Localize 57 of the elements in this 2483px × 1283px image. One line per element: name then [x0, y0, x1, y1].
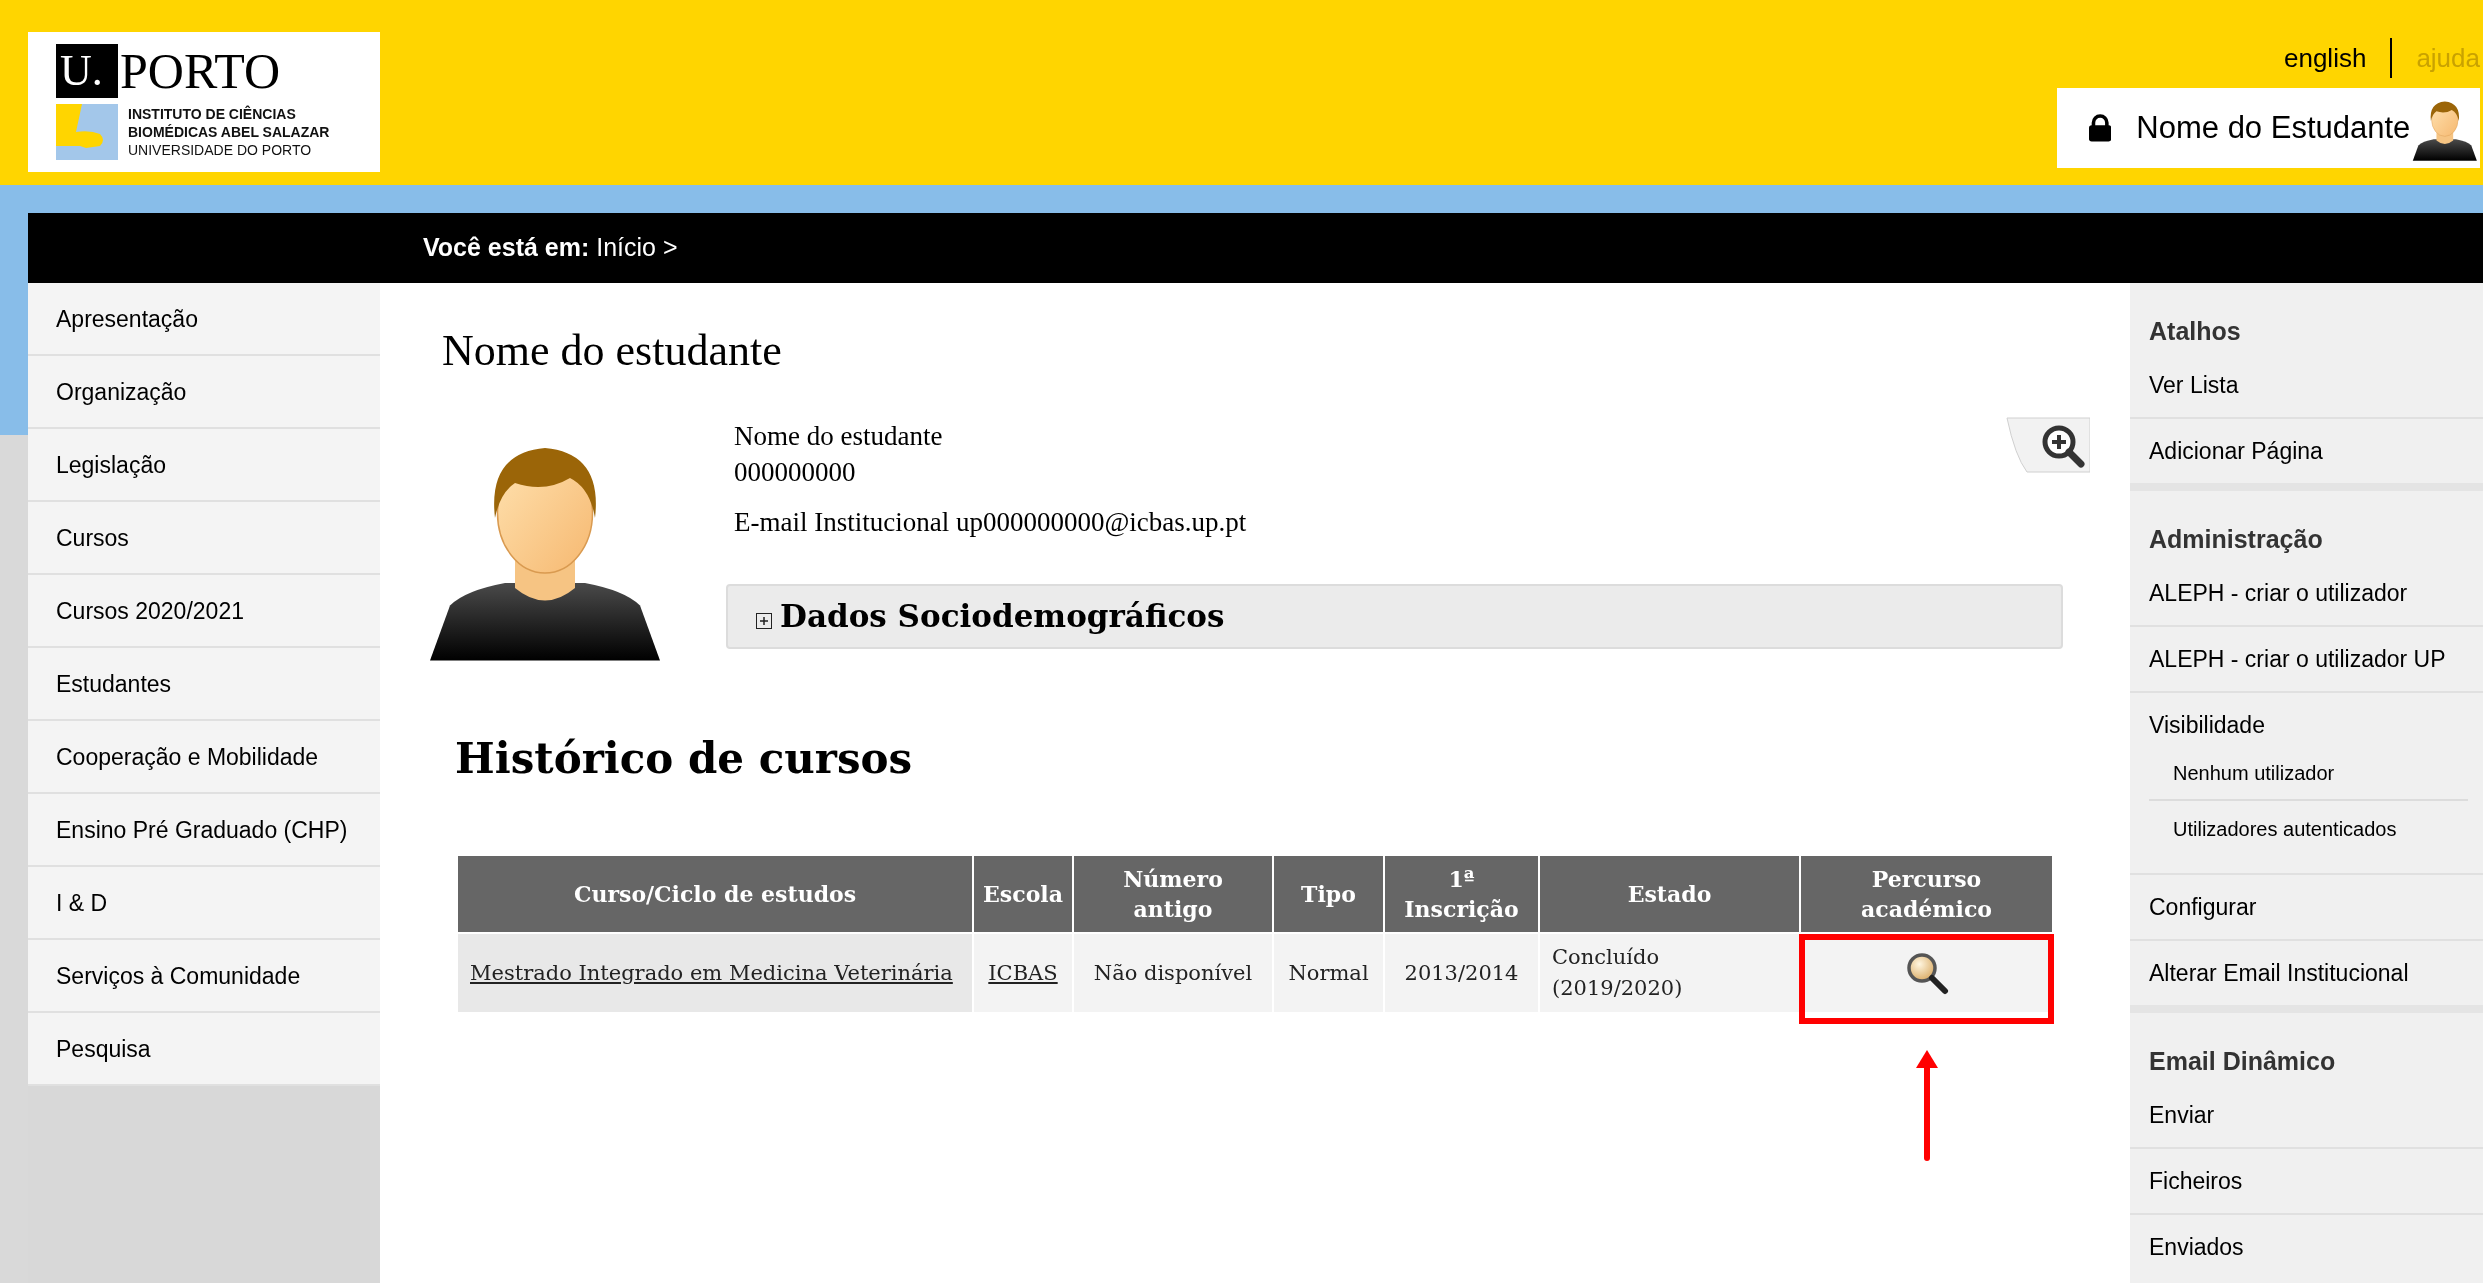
sidebar-link[interactable]: Alterar Email Institucional — [2130, 941, 2483, 1005]
nav-item[interactable]: Legislação — [28, 429, 380, 502]
column-header: Curso/Ciclo de estudos — [458, 856, 972, 932]
nav-item[interactable]: Cursos 2020/2021 — [28, 575, 380, 648]
column-header: Tipo — [1274, 856, 1383, 932]
breadcrumb: Você está em: Início > — [423, 232, 678, 264]
column-header: Escola — [974, 856, 1072, 932]
nav-item[interactable]: Estudantes — [28, 648, 380, 721]
collapsible-section[interactable]: Dados Sociodemográficos — [726, 584, 2063, 649]
institute-emblem-icon — [56, 104, 118, 160]
page-title: Nome do estudante — [442, 325, 783, 377]
nav-item[interactable]: Organização — [28, 356, 380, 429]
logo-wordmark: PORTO — [120, 44, 280, 98]
column-header: Número antigo — [1074, 856, 1272, 932]
section-title: Dados Sociodemográficos — [780, 597, 1225, 637]
sidebar-heading: Administração — [2148, 524, 2324, 555]
sidebar-link[interactable]: Enviar — [2130, 1083, 2483, 1147]
sidebar-link[interactable]: Enviados — [2130, 1215, 2483, 1279]
table-cell: 2013/2014 — [1404, 960, 1519, 985]
column-header: 1ª Inscrição — [1385, 856, 1538, 932]
institute-name-line: UNIVERSIDADE DO PORTO — [128, 141, 313, 159]
search-icon[interactable] — [1904, 951, 1949, 995]
nav-item[interactable]: Apresentação — [28, 283, 380, 356]
language-link[interactable]: english — [2283, 38, 2367, 78]
sidebar-link[interactable]: ALEPH - criar o utilizador — [2130, 561, 2483, 625]
nav-item[interactable]: Cooperação e Mobilidade — [28, 721, 380, 794]
section-heading: Histórico de cursos — [455, 733, 914, 785]
sidebar-heading: Email Dinâmico — [2148, 1046, 2337, 1077]
nav-item[interactable]: I & D — [28, 867, 380, 940]
user-name: Nome do Estudante — [2136, 108, 2411, 147]
sidebar-link[interactable]: Ver Lista — [2130, 353, 2483, 417]
sidebar-heading: Atalhos — [2148, 316, 2242, 347]
user-menu[interactable]: Nome do Estudante — [2057, 88, 2480, 168]
student-number: 000000000 — [734, 456, 857, 489]
institute-name-line: BIOMÉDICAS ABEL SALAZAR — [128, 123, 330, 141]
sidebar-sublink[interactable]: Utilizadores autenticados — [2149, 801, 2468, 857]
zoom-in-icon[interactable] — [2005, 416, 2090, 474]
sidebar-link[interactable]: Adicionar Página — [2130, 419, 2483, 483]
table-cell: Concluído (2019/2020) — [1552, 945, 1683, 1000]
nav-item[interactable]: Serviços à Comunidade — [28, 940, 380, 1013]
sidebar-sublink[interactable]: Nenhum utilizador — [2149, 745, 2468, 801]
institute-name-line: INSTITUTO DE CIÊNCIAS — [128, 105, 297, 123]
lock-icon — [2089, 113, 2112, 143]
nav-item[interactable]: Cursos — [28, 502, 380, 575]
logo-initial: U. — [56, 44, 118, 98]
sidebar-link[interactable]: ALEPH - criar o utilizador UP — [2130, 627, 2483, 691]
sidebar-link[interactable]: Ficheiros — [2130, 1149, 2483, 1213]
table-cell: Normal — [1288, 960, 1369, 985]
nav-item[interactable]: Pesquisa — [28, 1013, 380, 1086]
nav-item[interactable]: Ensino Pré Graduado (CHP) — [28, 794, 380, 867]
sidebar-link[interactable]: Configurar — [2130, 875, 2483, 939]
student-name: Nome do estudante — [734, 420, 943, 453]
table-cell: Não disponível — [1093, 960, 1253, 985]
institutional-email: E-mail Institucional up000000000@icbas.up.pt — [734, 506, 1248, 539]
column-header: Estado — [1540, 856, 1799, 932]
logo[interactable]: U. PORTO INSTITUTO DE CIÊNCIAS BIOMÉDICAS ABEL SALAZAR UNIVERSIDADE DO PORTO — [28, 32, 380, 172]
column-header: Percurso académico — [1801, 856, 2052, 932]
